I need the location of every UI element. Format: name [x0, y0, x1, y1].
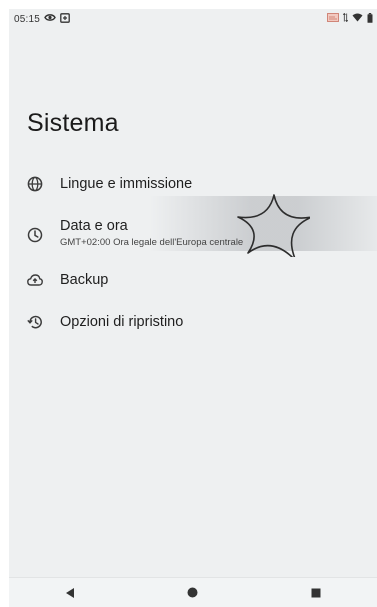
navigation-bar	[9, 577, 377, 607]
settings-screen: 05:15 Sistema Lingue e immissione Data e…	[9, 9, 377, 607]
back-button[interactable]	[50, 579, 90, 607]
settings-item-summary: GMT+02:00 Ora legale dell'Europa central…	[60, 237, 244, 248]
eye-icon	[44, 13, 56, 25]
globe-icon	[26, 175, 44, 193]
settings-item-label: Opzioni di ripristino	[60, 314, 184, 330]
recents-square-icon	[311, 588, 321, 597]
settings-item-backup[interactable]: Backup	[9, 263, 377, 297]
back-triangle-icon	[66, 587, 75, 598]
settings-item-label: Data e ora	[60, 218, 128, 234]
battery-icon	[367, 12, 373, 26]
settings-item-label: Backup	[60, 272, 109, 288]
history-icon	[26, 313, 44, 331]
cast-icon	[327, 13, 339, 25]
status-time: 05:15	[14, 13, 41, 25]
page-title: Sistema	[27, 109, 119, 137]
home-circle-icon	[187, 587, 198, 598]
home-button[interactable]	[173, 579, 213, 607]
cloud-upload-icon	[26, 271, 44, 289]
settings-item-date-time[interactable]: Data e ora GMT+02:00 Ora legale dell'Eur…	[9, 209, 377, 257]
settings-item-languages[interactable]: Lingue e immissione	[9, 167, 377, 201]
wifi-icon	[352, 13, 363, 25]
clock-icon	[26, 226, 44, 244]
status-right	[327, 12, 373, 26]
screen-record-icon	[60, 12, 70, 26]
recents-button[interactable]	[296, 579, 336, 607]
settings-item-label: Lingue e immissione	[60, 176, 193, 192]
status-left: 05:15	[14, 12, 70, 26]
settings-item-reset-options[interactable]: Opzioni di ripristino	[9, 305, 377, 339]
status-bar: 05:15	[9, 9, 377, 29]
data-arrows-icon	[342, 12, 349, 25]
